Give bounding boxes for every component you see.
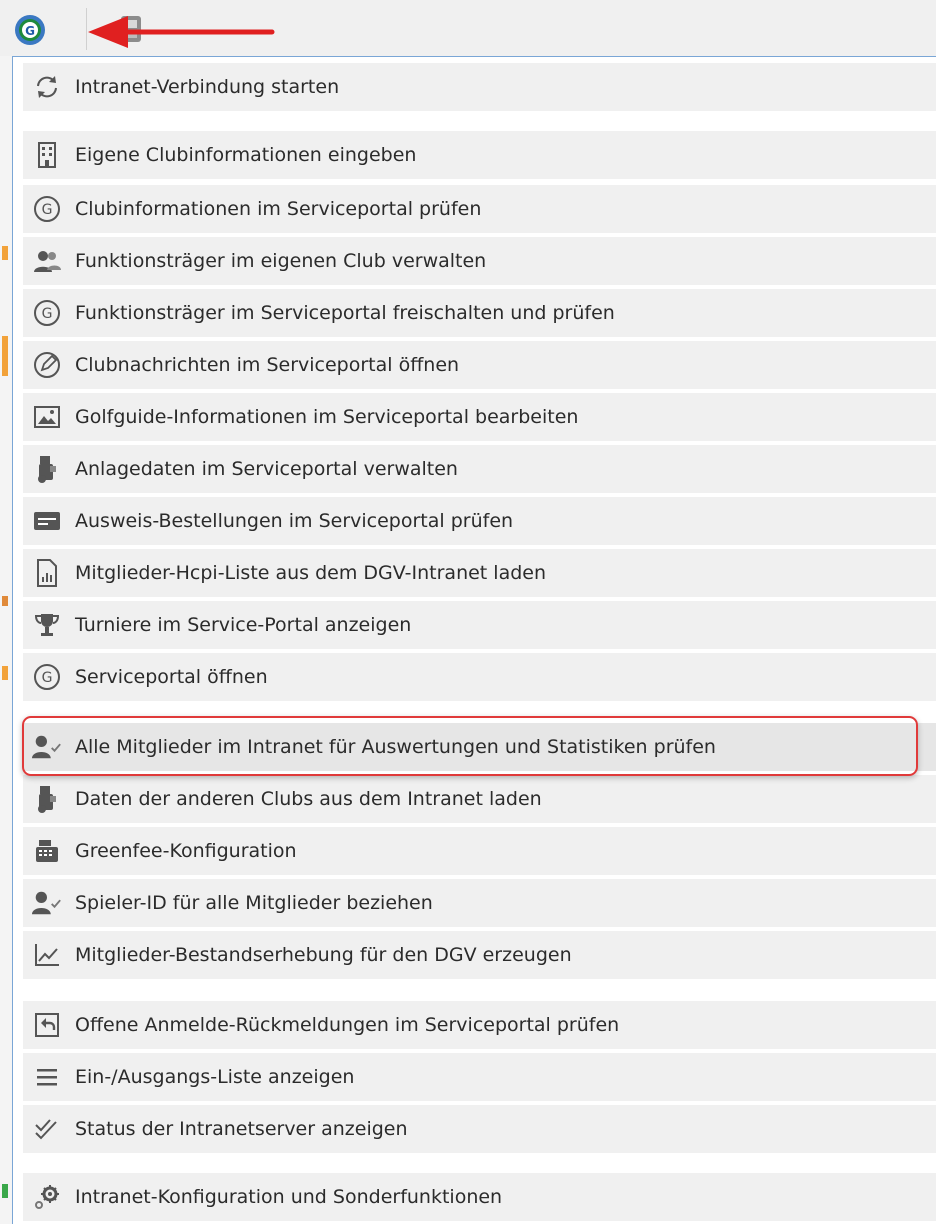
menu-item-label: Funktionsträger im eigenen Club verwalte… <box>75 250 487 272</box>
menu-item-turniere[interactable]: Turniere im Service-Portal anzeigen <box>23 601 936 649</box>
edit-circle-icon <box>31 349 63 381</box>
user-check-icon <box>31 887 63 919</box>
menu-item-anlagedaten[interactable]: Anlagedaten im Serviceportal verwalten <box>23 445 936 493</box>
svg-text:G: G <box>42 202 53 218</box>
menu-item-label: Clubnachrichten im Serviceportal öffnen <box>75 354 460 376</box>
menu-item-label: Ein-/Ausgangs-Liste anzeigen <box>75 1066 355 1088</box>
golf-bag-icon <box>31 783 63 815</box>
gears-icon <box>31 1181 63 1213</box>
menu-item-label: Greenfee-Konfiguration <box>75 840 297 862</box>
building-icon <box>31 139 63 171</box>
svg-text:G: G <box>42 670 53 686</box>
intranet-dropdown-menu: Intranet-Verbindung starten Eigene Clubi… <box>12 56 936 1224</box>
menu-item-intranet-verbindung-starten[interactable]: Intranet-Verbindung starten <box>23 63 936 111</box>
menu-item-offene-anmelde-rueckmeldungen[interactable]: Offene Anmelde-Rückmeldungen im Servicep… <box>23 1001 936 1049</box>
menu-item-label: Clubinformationen im Serviceportal prüfe… <box>75 198 482 220</box>
menu-item-label: Ausweis-Bestellungen im Serviceportal pr… <box>75 510 514 532</box>
menu-item-status-intranetserver[interactable]: Status der Intranetserver anzeigen <box>23 1105 936 1153</box>
menu-item-mitglieder-hcpi-liste[interactable]: Mitglieder-Hcpi-Liste aus dem DGV-Intran… <box>23 549 936 597</box>
golf-bag-icon <box>31 453 63 485</box>
svg-text:G: G <box>42 306 53 322</box>
line-chart-icon <box>31 939 63 971</box>
menu-item-ein-ausgangs-liste[interactable]: Ein-/Ausgangs-Liste anzeigen <box>23 1053 936 1101</box>
menu-item-label: Intranet-Verbindung starten <box>75 76 340 98</box>
users-icon <box>31 245 63 277</box>
background-app-edge <box>0 56 12 1224</box>
reply-icon <box>31 1009 63 1041</box>
menu-item-serviceportal-oeffnen[interactable]: G Serviceportal öffnen <box>23 653 936 701</box>
menu-item-label: Turniere im Service-Portal anzeigen <box>75 614 412 636</box>
menu-item-label: Daten der anderen Clubs aus dem Intranet… <box>75 788 542 810</box>
menu-item-label: Funktionsträger im Serviceportal freisch… <box>75 302 615 324</box>
menu-item-spieler-id[interactable]: Spieler-ID für alle Mitglieder beziehen <box>23 879 936 927</box>
g-circle-icon: G <box>31 297 63 329</box>
menu-item-label: Anlagedaten im Serviceportal verwalten <box>75 458 458 480</box>
menu-item-label: Offene Anmelde-Rückmeldungen im Servicep… <box>75 1014 620 1036</box>
menu-item-funktionstraeger-freischalten[interactable]: G Funktionsträger im Serviceportal freis… <box>23 289 936 337</box>
menu-item-funktionstraeger-verwalten[interactable]: Funktionsträger im eigenen Club verwalte… <box>23 237 936 285</box>
menu-item-label: Spieler-ID für alle Mitglieder beziehen <box>75 892 433 914</box>
menu-item-bestandserhebung[interactable]: Mitglieder-Bestandserhebung für den DGV … <box>23 931 936 979</box>
menu-item-label: Alle Mitglieder im Intranet für Auswertu… <box>75 736 716 758</box>
card-icon <box>31 505 63 537</box>
golf-g-logo-icon[interactable]: G <box>14 14 46 46</box>
menu-item-label: Mitglieder-Bestandserhebung für den DGV … <box>75 944 572 966</box>
toolbar: G <box>0 0 936 56</box>
menu-item-label: Eigene Clubinformationen eingeben <box>75 144 417 166</box>
g-circle-icon: G <box>31 661 63 693</box>
menu-item-ausweis-bestellungen[interactable]: Ausweis-Bestellungen im Serviceportal pr… <box>23 497 936 545</box>
menu-item-label: Serviceportal öffnen <box>75 666 268 688</box>
g-circle-icon: G <box>31 193 63 225</box>
menu-item-label: Intranet-Konfiguration und Sonderfunktio… <box>75 1186 503 1208</box>
menu-item-label: Golfguide-Informationen im Serviceportal… <box>75 406 579 428</box>
menu-item-label: Status der Intranetserver anzeigen <box>75 1118 408 1140</box>
menu-item-alle-mitglieder-pruefen[interactable]: Alle Mitglieder im Intranet für Auswertu… <box>23 723 936 771</box>
image-icon <box>31 401 63 433</box>
refresh-icon <box>31 71 63 103</box>
trophy-icon <box>31 609 63 641</box>
svg-text:G: G <box>25 24 35 38</box>
cash-register-icon <box>31 835 63 867</box>
menu-item-intranet-konfiguration[interactable]: Intranet-Konfiguration und Sonderfunktio… <box>23 1173 936 1221</box>
red-arrow-annotation <box>88 16 275 48</box>
user-check-icon <box>31 731 63 763</box>
double-check-icon <box>31 1113 63 1145</box>
menu-item-clubinformationen-pruefen[interactable]: G Clubinformationen im Serviceportal prü… <box>23 185 936 233</box>
chart-document-icon <box>31 557 63 589</box>
menu-item-clubnachrichten[interactable]: Clubnachrichten im Serviceportal öffnen <box>23 341 936 389</box>
menu-item-daten-anderer-clubs[interactable]: Daten der anderen Clubs aus dem Intranet… <box>23 775 936 823</box>
list-icon <box>31 1061 63 1093</box>
menu-item-greenfee-konfiguration[interactable]: Greenfee-Konfiguration <box>23 827 936 875</box>
menu-item-golfguide-informationen[interactable]: Golfguide-Informationen im Serviceportal… <box>23 393 936 441</box>
menu-item-eigene-clubinformationen[interactable]: Eigene Clubinformationen eingeben <box>23 131 936 179</box>
menu-item-label: Mitglieder-Hcpi-Liste aus dem DGV-Intran… <box>75 562 547 584</box>
